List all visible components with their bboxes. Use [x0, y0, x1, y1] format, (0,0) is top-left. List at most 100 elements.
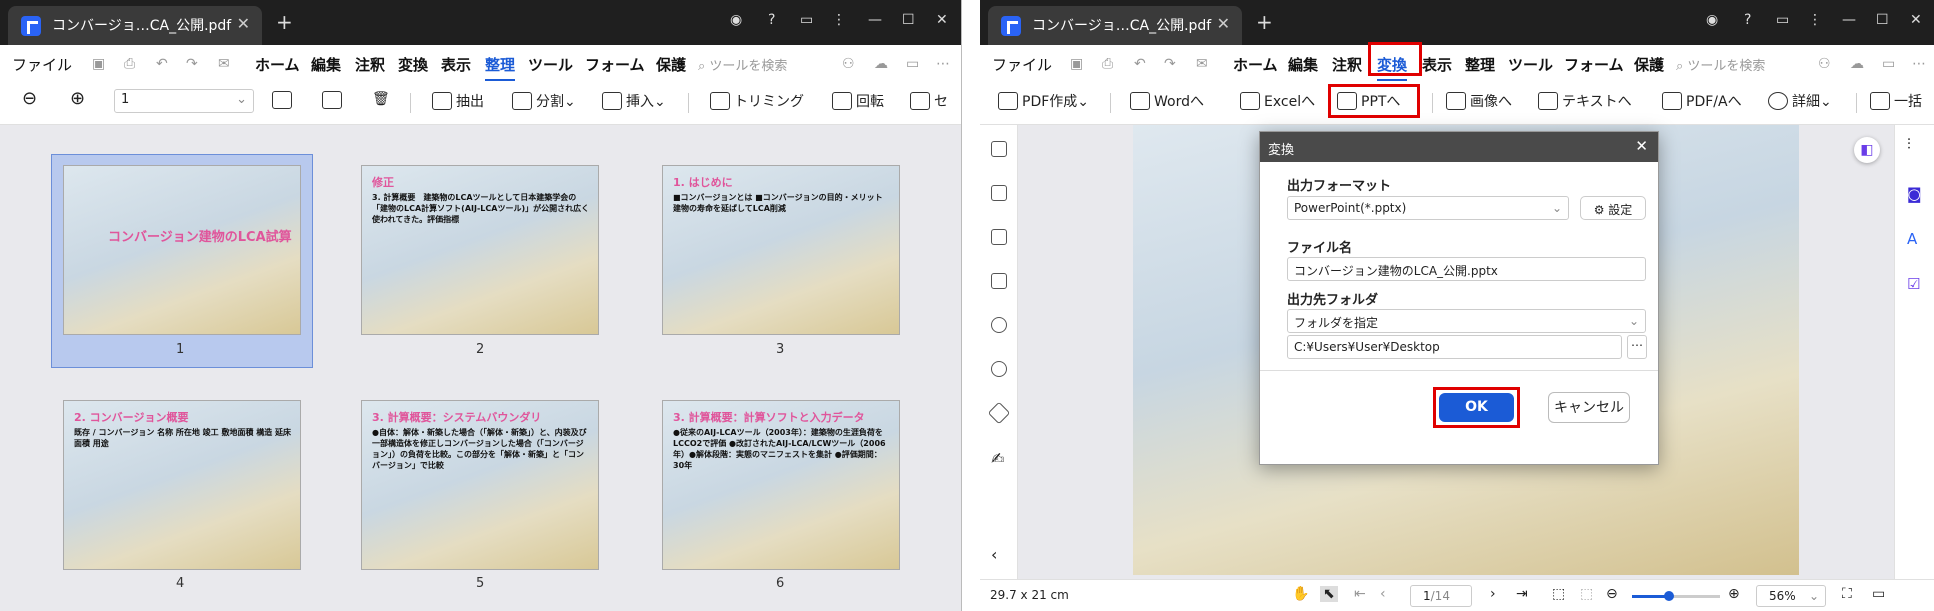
menu-form[interactable]: フォーム — [1564, 54, 1624, 75]
menu-tools[interactable]: ツール — [528, 54, 573, 75]
share-icon[interactable]: ⚇ — [842, 56, 855, 72]
menu-annotate[interactable]: 注釈 — [1332, 54, 1362, 75]
menu-protect[interactable]: 保護 — [656, 54, 686, 75]
mail-icon[interactable]: ✉ — [1196, 56, 1208, 72]
feedback-icon[interactable]: ▭ — [800, 12, 813, 28]
cloud-icon[interactable]: ☁ — [874, 56, 888, 72]
folder-select[interactable]: フォルダを指定 ⌄ — [1287, 309, 1646, 333]
close-tab-icon[interactable]: ✕ — [1217, 14, 1230, 33]
document-tab[interactable]: コンバージョ…CA_公開.pdf ✕ — [8, 6, 262, 45]
minimize-icon[interactable]: — — [1842, 12, 1856, 28]
zoom-select[interactable]: 56% ⌄ — [1756, 585, 1826, 607]
new-tab-icon[interactable]: + — [276, 10, 293, 34]
previous-page-icon[interactable]: ‹ — [1380, 586, 1386, 602]
fit-page-icon[interactable]: ⬚ — [1552, 586, 1565, 602]
menu-organize[interactable]: 整理 — [1465, 54, 1495, 75]
signature-icon[interactable]: ✍ — [991, 449, 1007, 468]
cancel-button[interactable]: キャンセル — [1548, 392, 1630, 423]
rotate-button[interactable]: 回転 — [832, 91, 884, 111]
translate-icon[interactable]: A — [1907, 230, 1923, 248]
zoom-in-icon[interactable]: ⊕ — [70, 88, 85, 109]
avatar[interactable]: ◉ — [1706, 12, 1718, 28]
page-thumbnail-3[interactable]: 1. はじめに ■コンバージョンとは ■コンバージョンの目的・メリット 建物の寿… — [662, 165, 900, 335]
tool-search[interactable]: ⌕ ツールを検索 — [698, 55, 787, 74]
save-icon[interactable]: ▣ — [92, 56, 105, 72]
menu-file[interactable]: ファイル — [992, 54, 1052, 75]
bookmark-icon[interactable] — [991, 185, 1007, 201]
filename-input[interactable]: コンバージョン建物のLCA_公開.pptx — [1287, 257, 1646, 281]
menu-edit[interactable]: 編集 — [311, 54, 341, 75]
more-button[interactable]: 詳細⌄ — [1768, 91, 1832, 111]
panel-icon[interactable]: ▭ — [906, 56, 919, 72]
undo-icon[interactable]: ↶ — [1134, 56, 1146, 72]
menu-annotate[interactable]: 注釈 — [355, 54, 385, 75]
close-window-icon[interactable]: ✕ — [1910, 12, 1922, 28]
settings-button[interactable]: ⚙ 設定 — [1580, 196, 1646, 220]
next-page-icon[interactable]: › — [1490, 586, 1496, 602]
minimize-icon[interactable]: — — [868, 12, 882, 28]
more-tools-button[interactable]: セ — [910, 91, 948, 111]
ok-button[interactable]: OK — [1439, 393, 1514, 422]
ai-assistant-icon[interactable]: ◧ — [1854, 137, 1880, 163]
undo-icon[interactable]: ↶ — [156, 56, 168, 72]
panel-icon[interactable]: ▭ — [1882, 56, 1895, 72]
page-thumbnail-4[interactable]: 2. コンバージョン概要 既存 / コンバージョン 名称 所在地 竣工 敷地面積… — [63, 400, 301, 570]
select-tool-icon[interactable]: ⬉ — [1320, 586, 1338, 602]
feedback-icon[interactable]: ▭ — [1776, 12, 1789, 28]
reading-mode-icon[interactable]: ▭ — [1872, 586, 1885, 602]
menu-edit[interactable]: 編集 — [1288, 54, 1318, 75]
menu-view[interactable]: 表示 — [441, 54, 471, 75]
menu-form[interactable]: フォーム — [585, 54, 645, 75]
menu-view[interactable]: 表示 — [1422, 54, 1452, 75]
trim-button[interactable]: トリミング — [710, 91, 804, 111]
page-thumbnail-1[interactable]: コンバージョン建物のLCA試算 — [63, 165, 301, 335]
zoom-slider[interactable] — [1632, 591, 1720, 601]
first-page-icon[interactable]: ⇤ — [1354, 586, 1366, 602]
maximize-icon[interactable]: ☐ — [1876, 12, 1889, 28]
browse-folder-button[interactable]: ⋯ — [1627, 335, 1647, 359]
layers-icon[interactable] — [987, 401, 1011, 425]
mail-icon[interactable]: ✉ — [218, 56, 230, 72]
save-icon[interactable]: ▣ — [1070, 56, 1083, 72]
properties-icon[interactable]: ⫶ — [1907, 135, 1923, 153]
page-number-input[interactable]: 1/14 — [1410, 585, 1472, 607]
new-tab-icon[interactable]: + — [1256, 10, 1273, 34]
more-icon[interactable]: ⋮ — [1808, 12, 1822, 28]
redo-icon[interactable]: ↷ — [1164, 56, 1176, 72]
page-icon[interactable] — [991, 141, 1007, 157]
to-excel-button[interactable]: Excelへ — [1240, 91, 1315, 111]
comment-icon[interactable] — [991, 229, 1007, 245]
print-icon[interactable]: ⎙ — [124, 56, 135, 72]
menu-protect[interactable]: 保護 — [1634, 54, 1664, 75]
page-thumbnail-5[interactable]: 3. 計算概要：システムバウンダリ ●自体：解体・新築した場合（「解体・新築」）… — [361, 400, 599, 570]
redo-icon[interactable]: ↷ — [186, 56, 198, 72]
menu-organize[interactable]: 整理 — [485, 54, 516, 82]
bot-icon[interactable]: ◙ — [1907, 185, 1923, 203]
batch-button[interactable]: 一括 — [1870, 91, 1922, 111]
to-text-button[interactable]: テキストへ — [1538, 91, 1632, 111]
maximize-icon[interactable]: ☐ — [902, 12, 915, 28]
menu-convert[interactable]: 変換 — [398, 54, 428, 75]
split-button[interactable]: 分割⌄ — [512, 91, 576, 111]
close-window-icon[interactable]: ✕ — [936, 12, 948, 28]
page-input[interactable]: 1 ⌄ — [114, 89, 254, 113]
delete-icon[interactable]: 🗑 — [372, 91, 390, 107]
share-icon[interactable]: ⚇ — [1818, 56, 1831, 72]
document-tab[interactable]: コンバージョ…CA_公開.pdf ✕ — [988, 6, 1242, 45]
menu-more-icon[interactable]: ⋯ — [1912, 56, 1926, 72]
format-select[interactable]: PowerPoint(*.pptx) ⌄ — [1287, 196, 1569, 220]
insert-button[interactable]: 挿入⌄ — [602, 91, 666, 111]
to-pdfa-button[interactable]: PDF/Aへ — [1662, 91, 1742, 111]
avatar[interactable]: ◉ — [730, 12, 742, 28]
help-icon[interactable]: ? — [1744, 12, 1751, 28]
extract-button[interactable]: 抽出 — [432, 91, 484, 111]
more-icon[interactable]: ⋮ — [832, 12, 846, 28]
menu-home[interactable]: ホーム — [1233, 54, 1278, 75]
help-icon[interactable]: ? — [768, 12, 775, 28]
page-thumbnail-6[interactable]: 3. 計算概要：計算ソフトと入力データ ●従来のAIJ-LCAツール（2003年… — [662, 400, 900, 570]
collapse-icon[interactable]: ‹ — [991, 545, 1007, 564]
view-mode-icon[interactable]: ⬚ — [1580, 586, 1593, 602]
page-thumbnail-2[interactable]: 修正 3. 計算概要 建築物のLCAツールとして日本建築学会の「建物のLCA計算… — [361, 165, 599, 335]
insert-before-icon[interactable] — [272, 91, 296, 109]
check-icon[interactable]: ☑ — [1907, 275, 1923, 293]
